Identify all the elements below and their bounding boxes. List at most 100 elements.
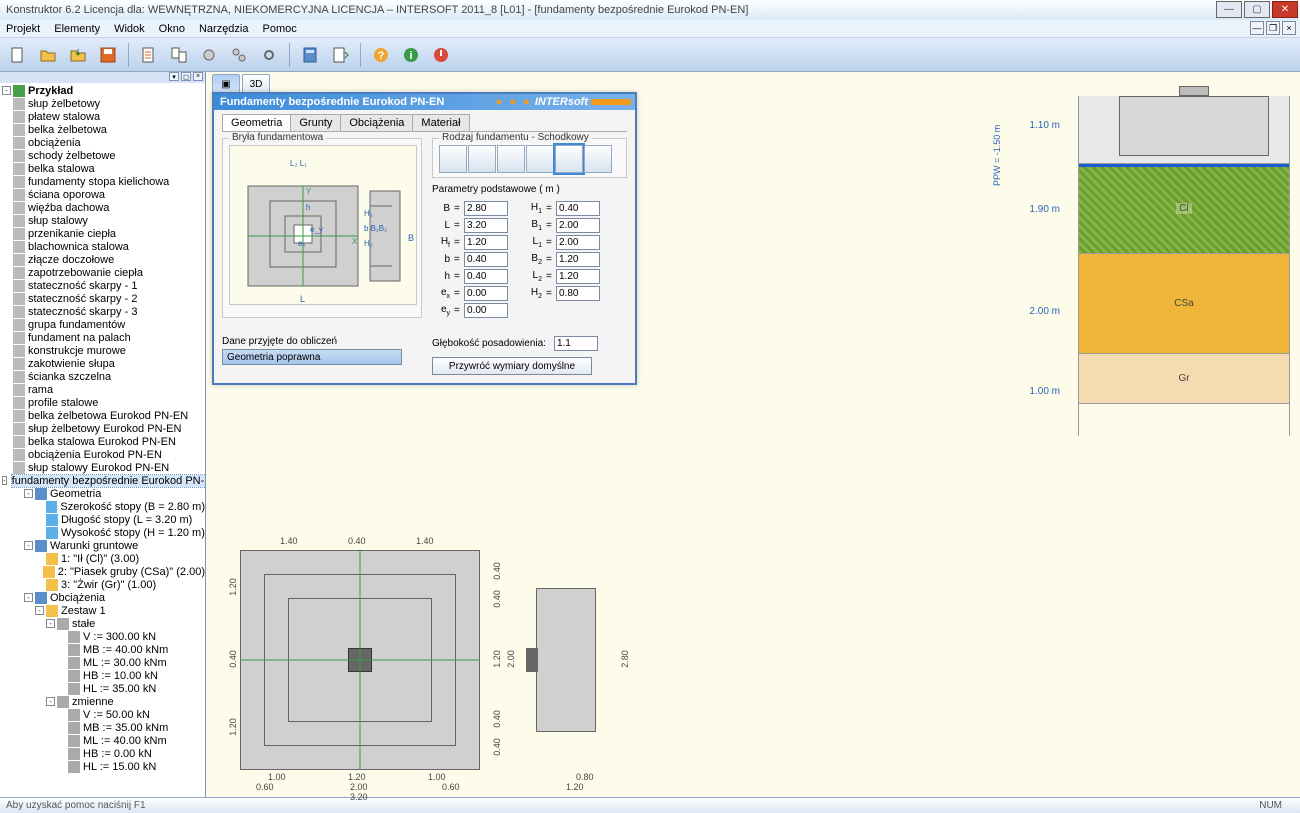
tree-item[interactable]: rama (0, 383, 205, 396)
ftype-4[interactable] (526, 145, 554, 173)
ftype-5[interactable] (555, 145, 583, 173)
tb-doc2[interactable] (167, 43, 191, 67)
menu-projekt[interactable]: Projekt (6, 23, 40, 35)
ftype-3[interactable] (497, 145, 525, 173)
tb-save[interactable] (96, 43, 120, 67)
tree-item[interactable]: Długość stopy (L = 3.20 m) (0, 513, 205, 526)
tab-material[interactable]: Materiał (412, 114, 469, 131)
tree-close-icon[interactable]: × (193, 72, 203, 81)
tb-calc[interactable] (298, 43, 322, 67)
tree-item[interactable]: ML := 30.00 kNm (0, 656, 205, 669)
tab-geometria[interactable]: Geometria (222, 114, 291, 131)
tree-item[interactable]: słup żelbetowy Eurokod PN-EN (0, 422, 205, 435)
tree-item[interactable]: schody żelbetowe (0, 149, 205, 162)
tree-current-element[interactable]: fundamenty bezpośrednie Eurokod PN-EN (12, 475, 205, 487)
input-ex[interactable] (464, 286, 508, 301)
mdi-minimize[interactable]: — (1250, 21, 1264, 35)
tree-obciazenia[interactable]: Obciążenia (50, 592, 105, 604)
tree-pin2-icon[interactable]: ◻ (181, 72, 191, 81)
tab-obciazenia[interactable]: Obciążenia (340, 114, 413, 131)
input-b[interactable] (464, 252, 508, 267)
tree-item[interactable]: HL := 15.00 kN (0, 760, 205, 773)
tree-item[interactable]: zakotwienie słupa (0, 357, 205, 370)
ftype-1[interactable] (439, 145, 467, 173)
mdi-restore[interactable]: ❐ (1266, 21, 1280, 35)
tree-item[interactable]: obciążenia Eurokod PN-EN (0, 448, 205, 461)
tree-item[interactable]: słup żelbetowy (0, 97, 205, 110)
tree-item[interactable]: belka żelbetowa (0, 123, 205, 136)
mdi-close[interactable]: × (1282, 21, 1296, 35)
tb-gear1[interactable] (197, 43, 221, 67)
tree-item[interactable]: belka żelbetowa Eurokod PN-EN (0, 409, 205, 422)
tree-item[interactable]: fundamenty stopa kielichowa (0, 175, 205, 188)
tree-item[interactable]: MB := 40.00 kNm (0, 643, 205, 656)
tree-item[interactable]: HB := 10.00 kN (0, 669, 205, 682)
tree-item[interactable]: płatew stalowa (0, 110, 205, 123)
input-Hf[interactable] (464, 235, 508, 250)
menu-elementy[interactable]: Elementy (54, 23, 100, 35)
tree-item[interactable]: złącze doczołowe (0, 253, 205, 266)
tree-item[interactable]: ścianka szczelna (0, 370, 205, 383)
tree-item[interactable]: zapotrzebowanie ciepła (0, 266, 205, 279)
tb-gear2[interactable] (227, 43, 251, 67)
tree-item[interactable]: grupa fundamentów (0, 318, 205, 331)
project-tree[interactable]: -Przykład słup żelbetowypłatew stalowabe… (0, 83, 205, 797)
input-ey[interactable] (464, 303, 508, 318)
tab-grunty[interactable]: Grunty (290, 114, 341, 131)
tree-root[interactable]: Przykład (28, 85, 73, 97)
input-B[interactable] (464, 201, 508, 216)
maximize-button[interactable]: ▢ (1244, 1, 1270, 18)
menu-pomoc[interactable]: Pomoc (263, 23, 297, 35)
tree-item[interactable]: słup stalowy Eurokod PN-EN (0, 461, 205, 474)
tree-pin-icon[interactable]: ▾ (169, 72, 179, 81)
tree-item[interactable]: ML := 40.00 kNm (0, 734, 205, 747)
view-3d-button[interactable]: 3D (242, 74, 270, 94)
tree-item[interactable]: obciążenia (0, 136, 205, 149)
input-L1[interactable] (556, 235, 600, 250)
tree-item[interactable]: HB := 0.00 kN (0, 747, 205, 760)
tb-info[interactable]: i (399, 43, 423, 67)
tree-item[interactable]: ściana oporowa (0, 188, 205, 201)
tb-import[interactable] (66, 43, 90, 67)
menu-widok[interactable]: Widok (114, 23, 145, 35)
ftype-2[interactable] (468, 145, 496, 173)
input-H2[interactable] (556, 286, 600, 301)
tree-item[interactable]: blachownica stalowa (0, 240, 205, 253)
tree-item[interactable]: przenikanie ciepła (0, 227, 205, 240)
tree-item[interactable]: 2: "Piasek gruby (CSa)" (2.00) (0, 565, 205, 578)
tree-item[interactable]: stateczność skarpy - 2 (0, 292, 205, 305)
tree-item[interactable]: belka stalowa Eurokod PN-EN (0, 435, 205, 448)
input-depth[interactable] (554, 336, 598, 351)
tree-item[interactable]: fundament na palach (0, 331, 205, 344)
input-L2[interactable] (556, 269, 600, 284)
tree-item[interactable]: Szerokość stopy (B = 2.80 m) (0, 500, 205, 513)
tree-item[interactable]: 1: "Ił (Cl)" (3.00) (0, 552, 205, 565)
tree-item[interactable]: więźba dachowa (0, 201, 205, 214)
tree-geometria[interactable]: Geometria (50, 488, 101, 500)
tree-item[interactable]: konstrukcje murowe (0, 344, 205, 357)
tree-item[interactable]: 3: "Żwir (Gr)" (1.00) (0, 578, 205, 591)
tb-doc[interactable] (137, 43, 161, 67)
tree-item[interactable]: V := 300.00 kN (0, 630, 205, 643)
input-L[interactable] (464, 218, 508, 233)
tree-item[interactable]: Wysokość stopy (H = 1.20 m) (0, 526, 205, 539)
tb-quit[interactable] (429, 43, 453, 67)
tb-open[interactable] (36, 43, 60, 67)
tree-item[interactable]: MB := 35.00 kNm (0, 721, 205, 734)
input-H1[interactable] (556, 201, 600, 216)
tree-zestaw[interactable]: Zestaw 1 (61, 605, 106, 617)
tree-item[interactable]: stateczność skarpy - 1 (0, 279, 205, 292)
tree-item[interactable]: profile stalowe (0, 396, 205, 409)
tree-item[interactable]: stateczność skarpy - 3 (0, 305, 205, 318)
tb-report[interactable] (328, 43, 352, 67)
tree-item[interactable]: belka stalowa (0, 162, 205, 175)
menu-okno[interactable]: Okno (159, 23, 185, 35)
tb-help[interactable]: ? (369, 43, 393, 67)
tree-warunki-gruntowe[interactable]: Warunki gruntowe (50, 540, 138, 552)
minimize-button[interactable]: — (1216, 1, 1242, 18)
restore-defaults-button[interactable]: Przywróć wymiary domyślne (432, 357, 592, 375)
tree-item[interactable]: HL := 35.00 kN (0, 682, 205, 695)
tree-item[interactable]: V := 50.00 kN (0, 708, 205, 721)
close-button[interactable]: ✕ (1272, 1, 1298, 18)
ftype-6[interactable] (584, 145, 612, 173)
